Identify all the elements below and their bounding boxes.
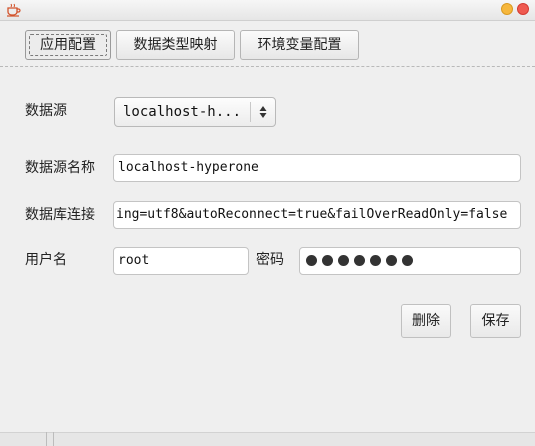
password-dot [306, 255, 317, 266]
datasource-select[interactable]: localhost-h... [114, 97, 276, 127]
delete-button[interactable]: 删除 [401, 304, 451, 338]
password-mask [306, 255, 413, 267]
password-dot [370, 255, 381, 266]
db-connection-label: 数据库连接 [25, 207, 95, 223]
password-dot [354, 255, 365, 266]
password-dot [322, 255, 333, 266]
password-dot [402, 255, 413, 266]
username-label: 用户名 [25, 252, 67, 268]
up-down-arrows-icon [259, 106, 267, 118]
datasource-selected-value: localhost-h... [123, 104, 242, 120]
coffee-cup-icon [7, 3, 21, 17]
tab-bar: 应用配置 数据类型映射 环境变量配置 [0, 21, 535, 67]
password-input[interactable] [299, 247, 521, 275]
password-label: 密码 [256, 252, 284, 268]
datasource-label: 数据源 [25, 103, 67, 119]
tab-label: 数据类型映射 [133, 37, 218, 53]
username-input[interactable]: root [113, 247, 249, 275]
tab-data-type-mapping[interactable]: 数据类型映射 [116, 30, 235, 60]
tab-label: 环境变量配置 [257, 37, 342, 53]
password-dot [386, 255, 397, 266]
password-dot [338, 255, 349, 266]
close-button[interactable] [517, 3, 529, 15]
minimize-button[interactable] [501, 3, 513, 15]
tab-strip-divider [0, 66, 535, 67]
select-divider [250, 102, 251, 122]
save-button[interactable]: 保存 [470, 304, 521, 338]
tab-app-config[interactable]: 应用配置 [25, 30, 111, 60]
splitter-handle[interactable] [46, 432, 47, 446]
title-bar [0, 0, 535, 21]
datasource-name-input[interactable]: localhost-hyperone [113, 154, 521, 182]
splitter-handle[interactable] [53, 432, 54, 446]
status-strip [0, 432, 535, 446]
tab-env-variables[interactable]: 环境变量配置 [240, 30, 359, 60]
datasource-name-label: 数据源名称 [25, 160, 95, 176]
db-connection-input[interactable]: ing=utf8&autoReconnect=true&failOverRead… [113, 201, 521, 229]
app-window: 应用配置 数据类型映射 环境变量配置 数据源 localhost-h... 数据… [0, 0, 535, 446]
tab-label: 应用配置 [40, 37, 96, 53]
